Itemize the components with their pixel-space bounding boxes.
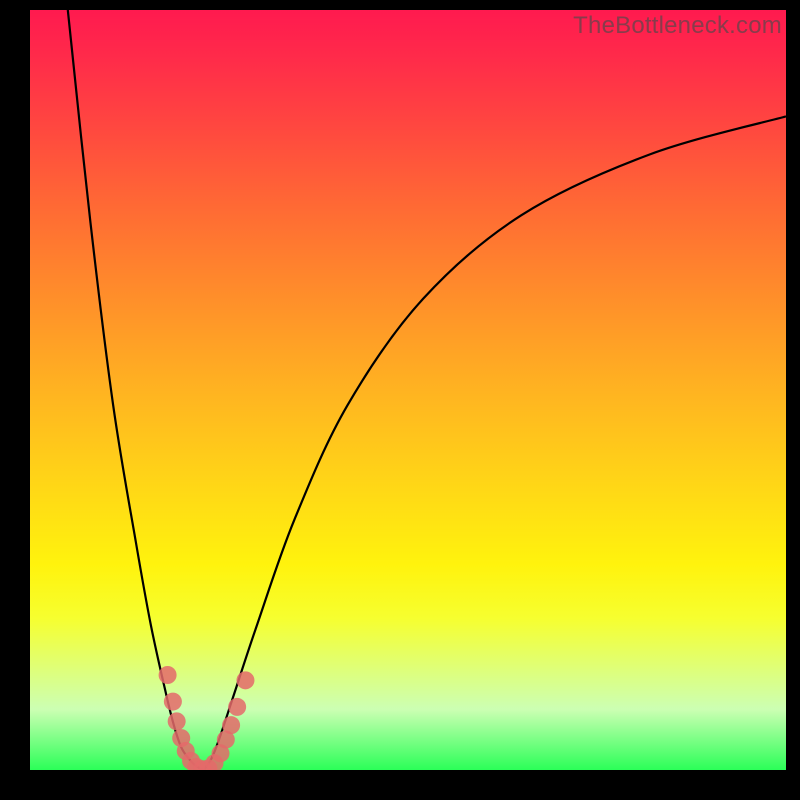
data-point-marker	[236, 671, 254, 689]
data-point-markers	[159, 666, 255, 770]
data-point-marker	[228, 698, 246, 716]
chart-curves-layer	[30, 10, 786, 770]
line-left-branch	[68, 10, 204, 770]
data-point-marker	[164, 693, 182, 711]
data-point-marker	[159, 666, 177, 684]
data-point-marker	[168, 712, 186, 730]
data-point-marker	[222, 716, 240, 734]
chart-outer-frame: TheBottleneck.com	[0, 0, 800, 800]
watermark-text: TheBottleneck.com	[573, 12, 782, 40]
line-right-branch	[204, 116, 786, 770]
